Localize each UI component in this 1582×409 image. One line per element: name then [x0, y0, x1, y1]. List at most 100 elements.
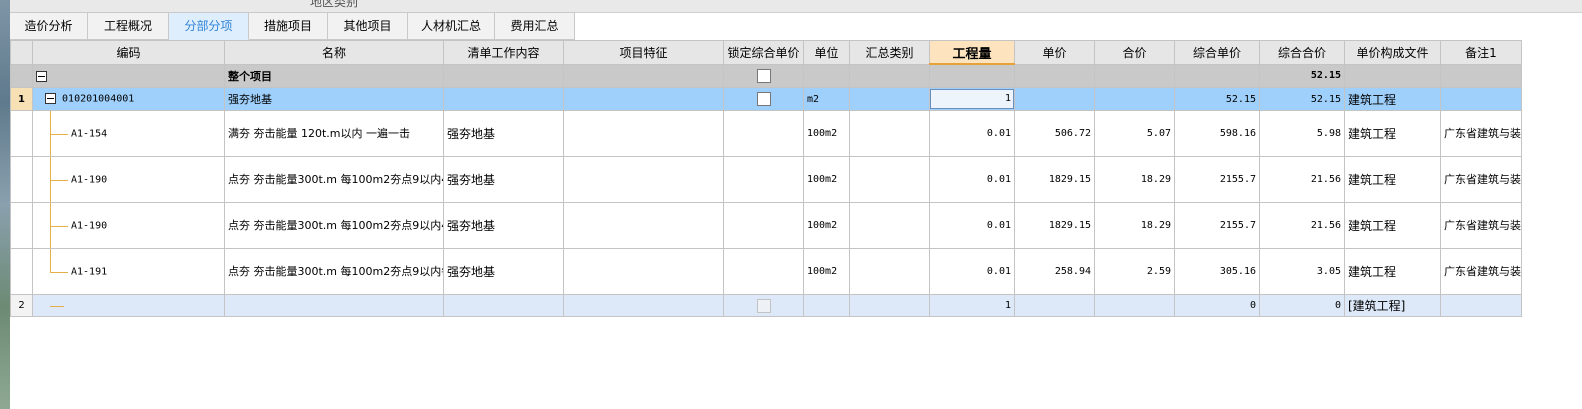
- quantity-cell[interactable]: 1: [929, 87, 1015, 111]
- features-cell[interactable]: [563, 87, 724, 111]
- table-row-project-total[interactable]: 整个项目 52.15: [10, 63, 1522, 88]
- features-cell[interactable]: [563, 110, 724, 157]
- unit-price-cell[interactable]: 506.72: [1014, 110, 1095, 157]
- tab-4[interactable]: 措施项目: [249, 12, 328, 40]
- header-quantity[interactable]: 工程量: [929, 40, 1015, 65]
- features-cell[interactable]: [563, 294, 724, 317]
- composite-unit-price-cell[interactable]: 598.16: [1174, 110, 1260, 157]
- composite-total-cell[interactable]: 5.98: [1259, 110, 1345, 157]
- quantity-cell[interactable]: [929, 63, 1015, 88]
- header-total-price[interactable]: 合价: [1094, 40, 1175, 65]
- category-cell[interactable]: [849, 248, 930, 295]
- work-cell[interactable]: [443, 87, 564, 111]
- total-cell[interactable]: [1094, 63, 1175, 88]
- unit-cell[interactable]: 100m2: [803, 202, 850, 249]
- unit-cell[interactable]: m2: [803, 87, 850, 111]
- table-row-quota-item[interactable]: A1-190 点夯 夯击能量300t.m 每100m2夯点9以内4击以下强夯地基 1…: [10, 156, 1522, 203]
- remark-cell[interactable]: 广东省建筑与装饰工程综合定额(2010): [1440, 248, 1522, 295]
- work-cell[interactable]: 强夯地基: [443, 156, 564, 203]
- total-cell[interactable]: 2.59: [1094, 248, 1175, 295]
- unit-price-cell[interactable]: [1014, 294, 1095, 317]
- composite-unit-price-cell[interactable]: 305.16: [1174, 248, 1260, 295]
- code-cell[interactable]: A1-190: [32, 156, 225, 203]
- table-row-quota-item[interactable]: A1-191 点夯 夯击能量300t.m 每100m2夯点9以内每增一击强夯地基 1…: [10, 248, 1522, 295]
- category-cell[interactable]: [849, 87, 930, 111]
- lock-price-checkbox[interactable]: [756, 68, 771, 83]
- header-composite-unit-price[interactable]: 综合单价: [1174, 40, 1260, 65]
- features-cell[interactable]: [563, 156, 724, 203]
- code-cell[interactable]: A1-191: [32, 248, 225, 295]
- header-item-features[interactable]: 项目特征: [563, 40, 724, 65]
- lock-price-checkbox[interactable]: [756, 92, 771, 106]
- features-cell[interactable]: [563, 248, 724, 295]
- header-composite-total[interactable]: 综合合价: [1259, 40, 1345, 65]
- table-row-new-item[interactable]: 2 1 0 0 [建筑工程]: [10, 294, 1522, 317]
- category-cell[interactable]: [849, 294, 930, 317]
- name-cell[interactable]: 整个项目: [224, 63, 444, 88]
- composite-total-cell[interactable]: 3.05: [1259, 248, 1345, 295]
- remark-cell[interactable]: 广东省建筑与装饰工程综合定额(2010): [1440, 202, 1522, 249]
- unit-cell[interactable]: 100m2: [803, 248, 850, 295]
- composite-unit-price-cell[interactable]: 2155.7: [1174, 156, 1260, 203]
- table-row-quota-item[interactable]: A1-190 点夯 夯击能量300t.m 每100m2夯点9以内4击以下强夯地基 1…: [10, 202, 1522, 249]
- tab-1[interactable]: 造价分析: [10, 12, 88, 40]
- tab-5[interactable]: 其他项目: [328, 12, 408, 40]
- unit-price-cell[interactable]: [1014, 87, 1095, 111]
- unit-cell[interactable]: 100m2: [803, 156, 850, 203]
- quantity-cell[interactable]: 1: [929, 294, 1015, 317]
- unit-price-cell[interactable]: 1829.15: [1014, 202, 1095, 249]
- composite-total-cell[interactable]: 21.56: [1259, 202, 1345, 249]
- composite-total-cell[interactable]: 21.56: [1259, 156, 1345, 203]
- name-cell[interactable]: 满夯 夯击能量 120t.m以内 一遍一击: [224, 110, 444, 157]
- header-unit[interactable]: 单位: [803, 40, 850, 65]
- code-cell[interactable]: [32, 294, 225, 317]
- category-cell[interactable]: [849, 110, 930, 157]
- remark-cell[interactable]: [1440, 87, 1522, 111]
- unit-cell[interactable]: [803, 63, 850, 88]
- code-cell[interactable]: A1-154: [32, 110, 225, 157]
- work-cell[interactable]: [443, 294, 564, 317]
- quantity-cell[interactable]: 0.01: [929, 202, 1015, 249]
- total-cell[interactable]: 5.07: [1094, 110, 1175, 157]
- composite-unit-price-cell[interactable]: [1174, 63, 1260, 88]
- unit-price-cell[interactable]: 1829.15: [1014, 156, 1095, 203]
- composite-unit-price-cell[interactable]: 2155.7: [1174, 202, 1260, 249]
- total-cell[interactable]: 18.29: [1094, 156, 1175, 203]
- unit-cell[interactable]: [803, 294, 850, 317]
- category-cell[interactable]: [849, 202, 930, 249]
- code-cell[interactable]: [32, 63, 225, 88]
- total-cell[interactable]: [1094, 87, 1175, 111]
- cost-file-cell[interactable]: 建筑工程: [1344, 202, 1441, 249]
- lock-price-checkbox[interactable]: [756, 298, 771, 313]
- cost-file-cell[interactable]: 建筑工程: [1344, 110, 1441, 157]
- table-row-quota-item[interactable]: A1-154 满夯 夯击能量 120t.m以内 一遍一击 强夯地基 100m2 0.01…: [10, 110, 1522, 157]
- cost-file-cell[interactable]: 建筑工程: [1344, 248, 1441, 295]
- unit-cell[interactable]: 100m2: [803, 110, 850, 157]
- collapse-toggle-icon[interactable]: [36, 70, 47, 82]
- quantity-input[interactable]: 1: [930, 89, 1014, 109]
- category-cell[interactable]: [849, 63, 930, 88]
- features-cell[interactable]: [563, 202, 724, 249]
- category-cell[interactable]: [849, 156, 930, 203]
- header-cost-file[interactable]: 单价构成文件: [1344, 40, 1441, 65]
- features-cell[interactable]: [563, 63, 724, 88]
- cost-file-cell[interactable]: 建筑工程: [1344, 156, 1441, 203]
- header-unit-price[interactable]: 单价: [1014, 40, 1095, 65]
- total-cell[interactable]: [1094, 294, 1175, 317]
- tab-2[interactable]: 工程概况: [88, 12, 169, 40]
- tab-6[interactable]: 人材机汇总: [408, 12, 495, 40]
- table-row-bill-item[interactable]: 1 010201004001 强夯地基 m2 1 52.15 52.15 建筑工…: [10, 87, 1522, 111]
- name-cell[interactable]: 点夯 夯击能量300t.m 每100m2夯点9以内4击以下: [224, 156, 444, 203]
- quantity-cell[interactable]: 0.01: [929, 110, 1015, 157]
- remark-cell[interactable]: 广东省建筑与装饰工程综合定额(2010): [1440, 156, 1522, 203]
- code-cell[interactable]: A1-190: [32, 202, 225, 249]
- composite-total-cell[interactable]: 52.15: [1259, 87, 1345, 111]
- work-cell[interactable]: [443, 63, 564, 88]
- work-cell[interactable]: 强夯地基: [443, 110, 564, 157]
- tab-3[interactable]: 分部分项: [169, 12, 249, 40]
- remark-cell[interactable]: [1440, 63, 1522, 88]
- quantity-cell[interactable]: 0.01: [929, 156, 1015, 203]
- composite-unit-price-cell[interactable]: 52.15: [1174, 87, 1260, 111]
- header-summary-category[interactable]: 汇总类别: [849, 40, 930, 65]
- name-cell[interactable]: 点夯 夯击能量300t.m 每100m2夯点9以内4击以下: [224, 202, 444, 249]
